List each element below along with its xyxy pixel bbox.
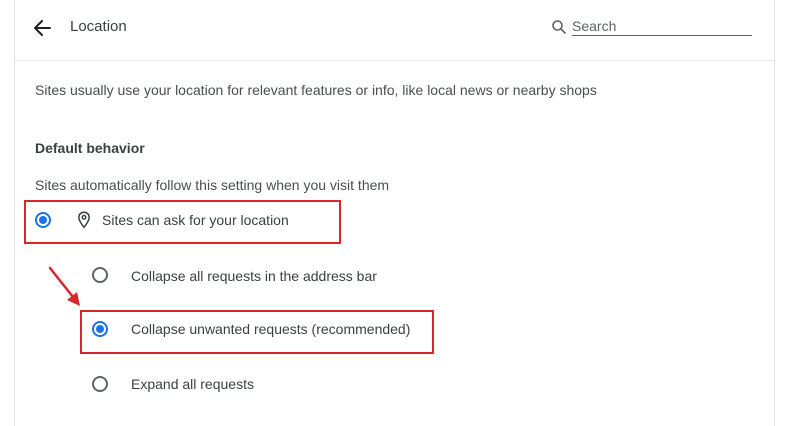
page-title: Location <box>70 18 127 35</box>
option-label-expand-all: Expand all requests <box>131 376 254 392</box>
back-button[interactable] <box>31 16 55 40</box>
location-pin-icon <box>78 211 90 229</box>
section-heading: Default behavior <box>35 140 145 156</box>
option-label-sites-can-ask: Sites can ask for your location <box>102 212 289 228</box>
search-input[interactable] <box>572 16 752 36</box>
radio-collapse-unwanted[interactable] <box>92 321 108 337</box>
right-border <box>774 0 775 426</box>
option-label-collapse-all: Collapse all requests in the address bar <box>131 268 377 284</box>
annotation-arrow <box>48 266 80 306</box>
header-divider <box>15 60 774 61</box>
section-subtext: Sites automatically follow this setting … <box>35 177 390 193</box>
header: Location <box>15 0 774 60</box>
left-border <box>14 0 15 426</box>
radio-collapse-all[interactable] <box>92 267 108 283</box>
option-label-collapse-unwanted: Collapse unwanted requests (recommended) <box>131 321 411 337</box>
search-box[interactable] <box>551 16 753 38</box>
search-icon <box>552 20 566 34</box>
location-settings-page: Location Sites usually use your location… <box>0 0 800 426</box>
page-description: Sites usually use your location for rele… <box>35 82 597 98</box>
arrow-left-icon <box>34 20 51 36</box>
radio-sites-can-ask[interactable] <box>35 212 51 228</box>
radio-expand-all[interactable] <box>92 376 108 392</box>
